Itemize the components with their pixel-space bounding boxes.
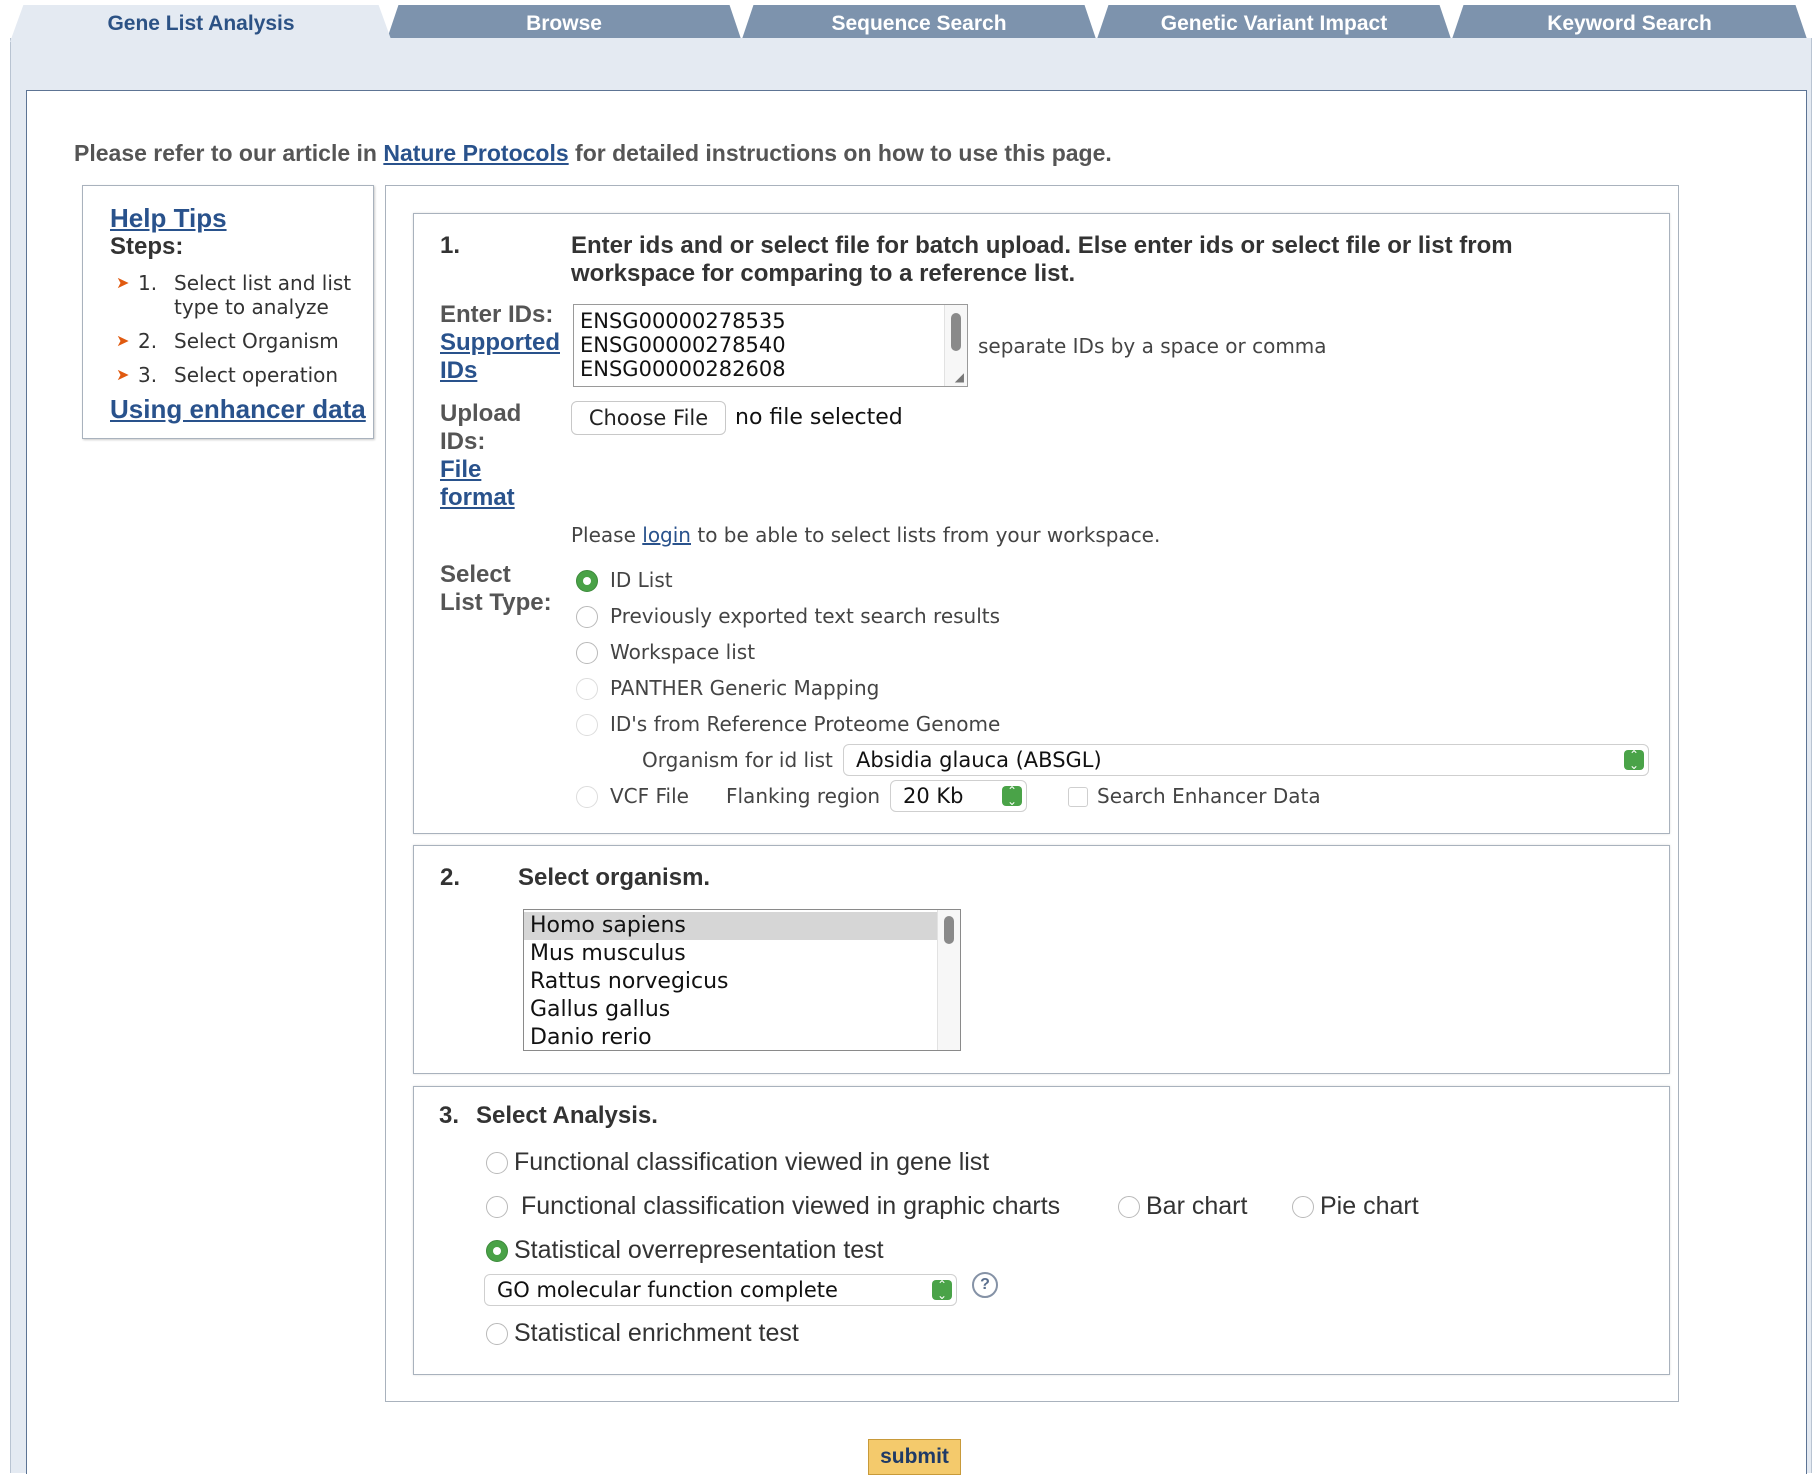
help-question-icon[interactable]: ? — [972, 1272, 998, 1298]
radio-id-list[interactable] — [576, 570, 598, 592]
listbox-scrollbar[interactable] — [937, 910, 960, 1050]
radio-exported-results[interactable] — [576, 606, 598, 628]
login-prefix: Please — [571, 523, 643, 547]
radio-gene-list-view[interactable] — [486, 1152, 508, 1174]
bullet-arrow-icon: ➤ — [116, 331, 130, 350]
id-line: ENSG00000278535 — [580, 309, 786, 333]
radio-bar-chart[interactable] — [1118, 1196, 1140, 1218]
organism-option[interactable]: Rattus norvegicus — [530, 969, 729, 994]
radio-overrepresentation-test[interactable] — [486, 1240, 508, 1262]
help-tips-box: Help Tips Steps: ➤ 1. Select list and li… — [82, 185, 374, 439]
section2-heading: Select organism. — [518, 864, 711, 891]
option-label: Bar chart — [1146, 1192, 1248, 1220]
nature-protocols-link[interactable]: Nature Protocols — [383, 140, 568, 166]
tab-genetic-variant-impact[interactable]: Genetic Variant Impact — [1096, 5, 1452, 42]
resize-grip-icon[interactable]: ◢ — [955, 370, 964, 384]
option-label: Functional classification viewed in grap… — [521, 1192, 1061, 1220]
scroll-thumb[interactable] — [944, 916, 954, 944]
organism-for-id-select[interactable]: Absidia glauca (ABSGL) ⌃ ⌄ — [843, 744, 1649, 776]
select-value: GO molecular function complete — [497, 1278, 838, 1302]
help-tips-link[interactable]: Help Tips — [110, 203, 227, 234]
list-type-label: Select List Type: — [440, 561, 552, 616]
tab-browse[interactable]: Browse — [386, 5, 742, 42]
login-link[interactable]: login — [642, 523, 691, 547]
submit-button[interactable]: submit — [868, 1439, 961, 1475]
flanking-label: Flanking region — [726, 784, 881, 808]
chevron-updown-icon: ⌃ ⌄ — [932, 1279, 952, 1301]
organism-option[interactable]: Mus musculus — [530, 941, 686, 966]
section1-heading: Enter ids and or select file for batch u… — [571, 232, 1513, 287]
annotation-dataset-select[interactable]: GO molecular function complete ⌃ ⌄ — [484, 1274, 957, 1306]
step-text: Select Organism — [174, 329, 339, 353]
radio-label: PANTHER Generic Mapping — [610, 676, 880, 700]
chevron-updown-icon: ⌃ ⌄ — [1624, 749, 1644, 771]
search-enhancer-label: Search Enhancer Data — [1097, 784, 1321, 808]
radio-label: Previously exported text search results — [610, 604, 1001, 628]
step-text: Select list and list type to analyze — [174, 271, 352, 319]
radio-enrichment-test[interactable] — [486, 1323, 508, 1345]
radio-reference-proteome[interactable] — [576, 714, 598, 736]
id-line: ENSG00000278540 — [580, 333, 786, 357]
radio-graphic-charts[interactable] — [486, 1196, 508, 1218]
option-label: Statistical enrichment test — [514, 1319, 799, 1347]
intro-prefix: Please refer to our article in — [74, 140, 384, 166]
radio-panther-mapping[interactable] — [576, 678, 598, 700]
radio-label: ID's from Reference Proteome Genome — [610, 712, 1001, 736]
radio-label: Workspace list — [610, 640, 756, 664]
ids-textarea[interactable]: ENSG00000278535 ENSG00000278540 ENSG0000… — [573, 304, 968, 387]
bullet-arrow-icon: ➤ — [116, 365, 130, 384]
option-label: Functional classification viewed in gene… — [514, 1148, 990, 1176]
radio-pie-chart[interactable] — [1292, 1196, 1314, 1218]
supported-ids-link[interactable]: Supported IDs — [440, 329, 570, 385]
radio-workspace-list[interactable] — [576, 642, 598, 664]
section2-number: 2. — [440, 864, 461, 891]
radio-vcf-file[interactable] — [576, 786, 598, 808]
flanking-region-select[interactable]: 20 Kb ⌃ ⌄ — [890, 780, 1027, 812]
select-value: 20 Kb — [903, 784, 964, 808]
upload-ids-label: Upload IDs: — [440, 400, 522, 455]
login-suffix: to be able to select lists from your wor… — [691, 523, 1161, 547]
organism-option[interactable]: Danio rerio — [530, 1025, 652, 1050]
file-format-link[interactable]: File format — [440, 456, 530, 512]
no-file-text: no file selected — [735, 405, 903, 430]
tab-keyword-search[interactable]: Keyword Search — [1451, 5, 1808, 42]
section1-number: 1. — [440, 232, 461, 259]
step-text: Select operation — [174, 363, 339, 387]
organism-option[interactable]: Homo sapiens — [530, 913, 686, 938]
separator-hint: separate IDs by a space or comma — [978, 334, 1327, 358]
id-line: ENSG00000282608 — [580, 357, 786, 381]
vcf-label: VCF File — [610, 784, 689, 808]
choose-file-button[interactable]: Choose File — [571, 401, 726, 435]
select-value: Absidia glauca (ABSGL) — [856, 748, 1102, 772]
intro-text: Please refer to our article in Nature Pr… — [74, 140, 1112, 167]
radio-label: ID List — [610, 568, 673, 592]
step-number: 2. — [138, 329, 158, 353]
login-hint: Please login to be able to select lists … — [571, 523, 1160, 547]
organism-listbox[interactable]: Homo sapiens Mus musculus Rattus norvegi… — [523, 909, 961, 1051]
scroll-thumb[interactable] — [951, 313, 961, 351]
enter-ids-label: Enter IDs: — [440, 301, 554, 328]
chevron-updown-icon: ⌃ ⌄ — [1002, 785, 1022, 807]
intro-suffix: for detailed instructions on how to use … — [568, 140, 1112, 166]
tab-bar: Gene List Analysis Browse Sequence Searc… — [0, 0, 1820, 42]
tab-sequence-search[interactable]: Sequence Search — [741, 5, 1097, 42]
step-number: 1. — [138, 271, 158, 295]
search-enhancer-checkbox[interactable] — [1068, 787, 1088, 807]
organism-option[interactable]: Gallus gallus — [530, 997, 670, 1022]
using-enhancer-data-link[interactable]: Using enhancer data — [110, 394, 366, 425]
bullet-arrow-icon: ➤ — [116, 273, 130, 292]
steps-title: Steps: — [110, 233, 184, 260]
option-label: Statistical overrepresentation test — [514, 1236, 884, 1264]
option-label: Pie chart — [1320, 1192, 1419, 1220]
section3-heading: Select Analysis. — [476, 1102, 658, 1129]
section3-number: 3. — [439, 1102, 460, 1129]
step-number: 3. — [138, 363, 158, 387]
organism-for-id-label: Organism for id list — [642, 748, 833, 772]
tab-gene-list-analysis[interactable]: Gene List Analysis — [10, 5, 392, 42]
